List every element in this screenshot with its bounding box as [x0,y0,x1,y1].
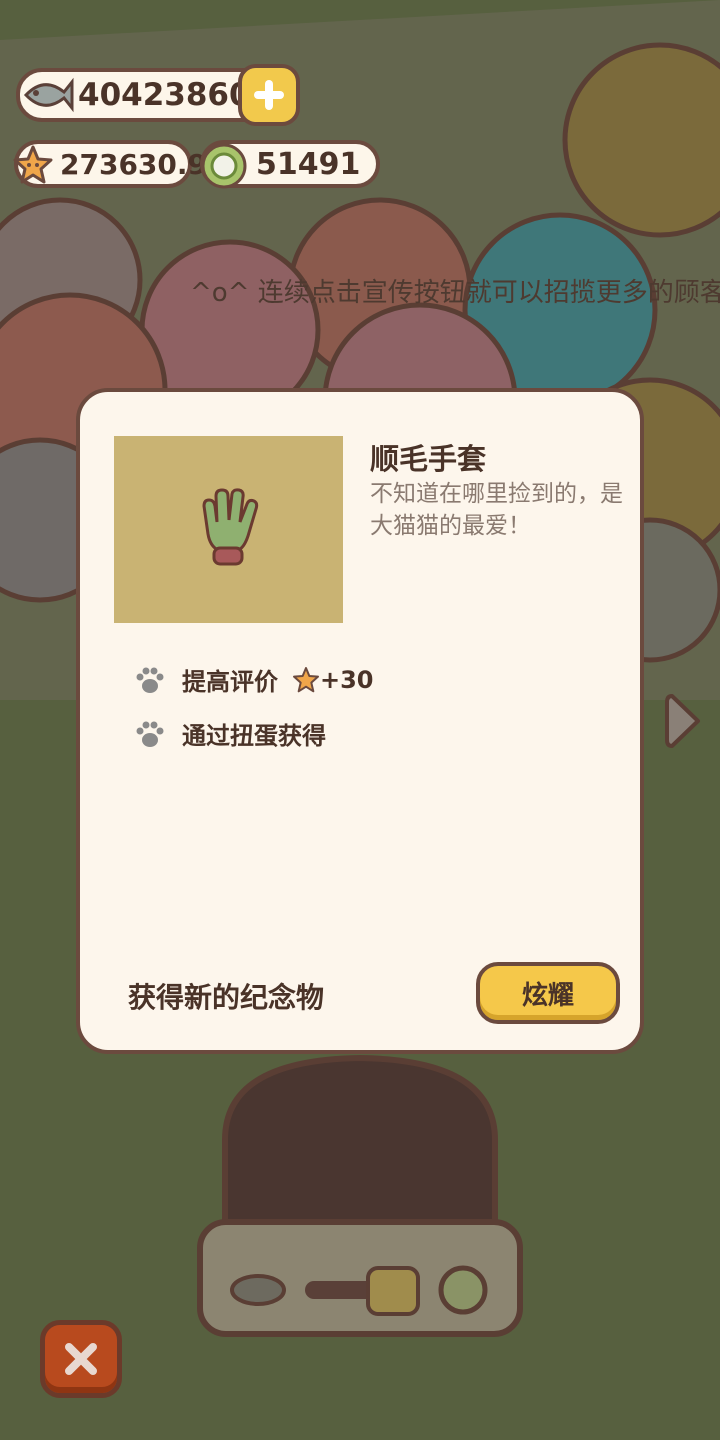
glove-icon [202,488,259,566]
effect-row: 提高评价 +30 [134,662,374,697]
coin-currency: 51491 [200,140,380,189]
star-count: 273630.9 [60,147,208,181]
rating-bonus: +30 [292,666,374,694]
item-thumbnail [114,436,343,623]
show-off-button[interactable]: 炫耀 [476,962,620,1024]
effect-value: +30 [320,665,374,694]
paw-icon [136,667,164,693]
item-description: 不知道在哪里捡到的，是大猫猫的最爱！ [370,481,623,539]
hint-text: ^o^ 连续点击宣传按钮就可以招揽更多的顾客 [190,278,720,308]
source-label: 通过扭蛋获得 [182,722,326,750]
plus-icon [254,80,284,110]
add-fish-button[interactable] [238,64,300,126]
paw-icon [136,721,164,747]
item-name: 顺毛手套 [370,442,487,476]
coin-icon [201,143,247,189]
new-souvenir-label: 获得新的纪念物 [128,981,325,1014]
close-button[interactable] [40,1320,122,1398]
souvenir-dialog: 顺毛手套 不知道在哪里捡到的，是大猫猫的最爱！ 提高评价 +30 通过扭蛋获得 … [76,388,644,1054]
star-icon [293,666,319,692]
coin-count: 51491 [256,146,361,182]
star-currency: 273630.9 [13,140,207,188]
source-row: 通过扭蛋获得 [134,716,326,751]
fish-icon [23,77,74,113]
effect-label: 提高评价 [182,668,278,696]
star-icon [13,145,53,184]
arrow-right-icon[interactable] [664,690,704,752]
close-icon [65,1343,97,1375]
